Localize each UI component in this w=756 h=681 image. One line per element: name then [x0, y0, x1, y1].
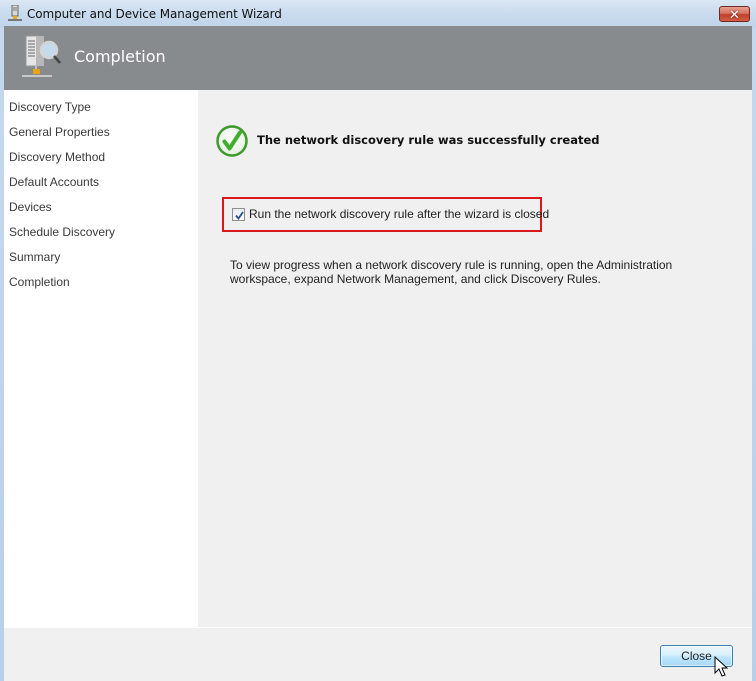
wizard-header: Completion [4, 26, 752, 90]
sidebar-item-completion[interactable]: Completion [9, 275, 70, 289]
wizard-app-icon [8, 5, 22, 21]
sidebar-item-general-properties[interactable]: General Properties [9, 125, 110, 139]
wizard-footer [4, 628, 752, 681]
success-message: The network discovery rule was successfu… [257, 133, 600, 147]
wizard-content: The network discovery rule was successfu… [198, 90, 752, 627]
checkmark-icon [235, 211, 244, 220]
wizard-steps-sidebar: Discovery Type General Properties Discov… [4, 90, 198, 628]
sidebar-item-summary[interactable]: Summary [9, 250, 60, 264]
run-rule-checkbox[interactable] [232, 208, 245, 221]
run-rule-checkbox-label[interactable]: Run the network discovery rule after the… [249, 207, 549, 221]
sidebar-item-discovery-type[interactable]: Discovery Type [9, 100, 91, 114]
window-close-button[interactable]: ✕ [719, 6, 750, 22]
page-title: Completion [74, 47, 166, 66]
sidebar-item-schedule-discovery[interactable]: Schedule Discovery [9, 225, 115, 239]
close-icon: ✕ [729, 6, 740, 22]
wizard-window: Computer and Device Management Wizard ✕ … [0, 0, 756, 681]
sidebar-item-default-accounts[interactable]: Default Accounts [9, 175, 99, 189]
progress-info-text: To view progress when a network discover… [230, 258, 673, 286]
network-discovery-server-icon [22, 35, 61, 77]
window-title: Computer and Device Management Wizard [27, 7, 282, 21]
sidebar-item-discovery-method[interactable]: Discovery Method [9, 150, 105, 164]
sidebar-item-devices[interactable]: Devices [9, 200, 52, 214]
green-checkmark-icon [216, 125, 248, 157]
close-button[interactable]: Close [660, 645, 733, 667]
title-bar: Computer and Device Management Wizard ✕ [0, 0, 756, 28]
